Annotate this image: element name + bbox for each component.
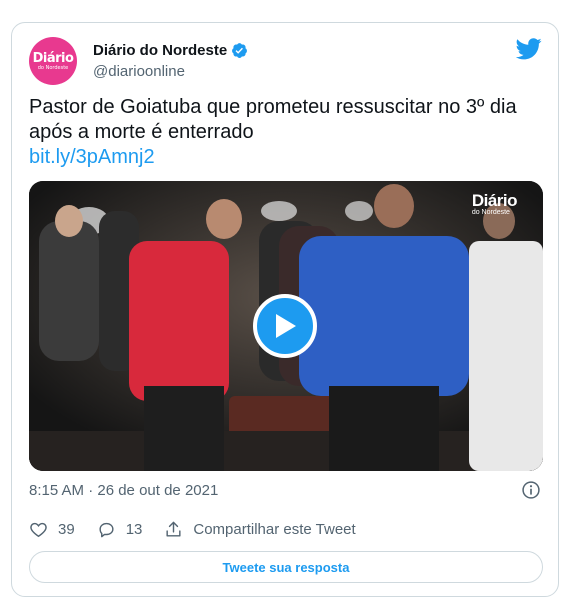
tweet-timestamp[interactable]: 8:15 AM · 26 de out de 2021: [29, 482, 218, 499]
share-icon: [166, 521, 181, 537]
twitter-bird-icon[interactable]: [516, 38, 542, 60]
video-watermark: Diário do Nordeste: [471, 191, 518, 217]
tweet-text-line-1: Pastor de Goiatuba que prometeu ressusci…: [29, 96, 517, 118]
tweet-link[interactable]: bit.ly/3pAmnj2: [29, 145, 539, 170]
display-name[interactable]: Diário do Nordeste: [93, 42, 227, 59]
avatar[interactable]: Diário do Nordeste: [29, 37, 77, 85]
tweet-card: Diário do Nordeste Diário do Nordeste @d…: [11, 22, 559, 597]
share-label: Compartilhar este Tweet: [193, 521, 356, 538]
tweet-text: Pastor de Goiatuba que prometeu ressusci…: [29, 95, 539, 170]
info-icon[interactable]: [521, 480, 541, 500]
account-handle[interactable]: @diarioonline: [93, 63, 185, 80]
tweet-text-line-2: após a morte é enterrado: [29, 121, 254, 143]
watermark-title: Diário: [471, 191, 518, 210]
reply-count: 13: [125, 521, 143, 538]
like-button[interactable]: 39: [29, 520, 75, 539]
verified-badge-icon: [232, 43, 248, 58]
reply-count-button[interactable]: 13: [97, 520, 143, 539]
share-button[interactable]: Compartilhar este Tweet: [164, 520, 356, 539]
play-icon: [276, 314, 296, 338]
reply-button[interactable]: Tweete sua resposta: [29, 551, 543, 583]
tweet-actions: 39 13 Compartilhar este Tweet: [29, 520, 378, 539]
avatar-logo-subtext: do Nordeste: [37, 64, 69, 71]
heart-icon: [30, 522, 47, 538]
like-count: 39: [58, 521, 75, 538]
avatar-logo-text: Diário: [32, 50, 74, 66]
video-player[interactable]: Diário do Nordeste: [29, 181, 543, 471]
play-button[interactable]: [253, 294, 317, 358]
reply-bubble-icon: [99, 522, 114, 538]
display-name-row[interactable]: Diário do Nordeste: [93, 42, 248, 59]
watermark-subtitle: do Nordeste: [471, 209, 510, 216]
